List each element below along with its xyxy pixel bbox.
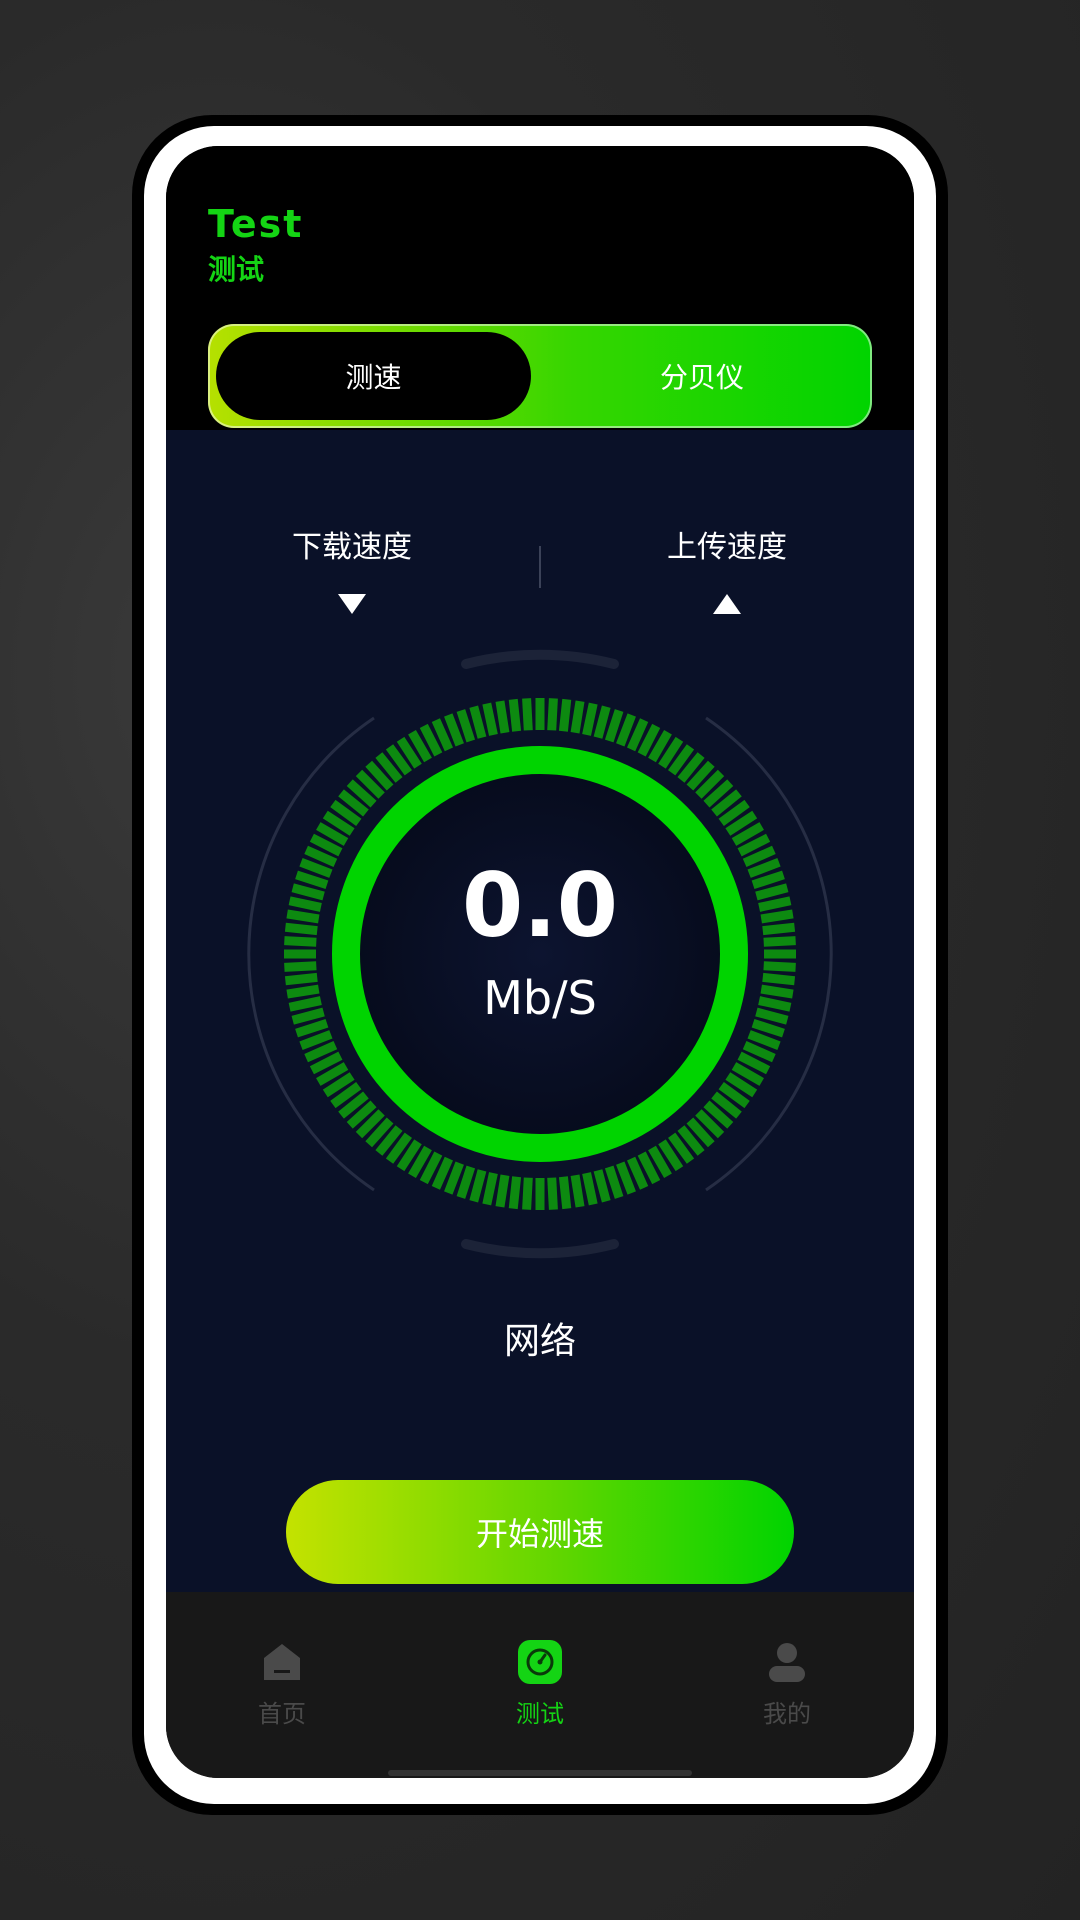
gauge-tick [522,698,533,731]
gauge-tick [284,961,317,972]
gauge-top-arc [461,649,619,669]
bottom-tab-bar: 首页 测试 我的 [166,1592,914,1778]
gauge-tick [482,1172,498,1206]
gauge-tick [582,1172,598,1206]
gauge-tick [751,870,785,890]
gauge-tick [469,705,487,739]
gauge-tick [558,1176,572,1210]
speedometer-icon [518,1640,562,1684]
gauge-tick [522,1177,533,1210]
tab-home[interactable]: 首页 [212,1640,352,1740]
tab-mine-label: 我的 [763,1700,811,1728]
speed-unit: Mb/S [483,971,597,1025]
gauge-tick [295,1018,329,1038]
gauge-tick [616,1161,636,1195]
app-header: Test 测试 测速 分贝仪 [166,146,914,430]
mode-segmented-control: 测速 分贝仪 [208,324,872,428]
gauge-tick [508,698,522,732]
page-title-en: Test [208,202,304,246]
gauge-tick [593,1169,611,1203]
gauge-tick [604,709,624,743]
gauge-tick [456,1165,476,1199]
gauge-tick [288,896,322,912]
tab-home-label: 首页 [258,1700,306,1728]
gauge-tick [482,702,498,736]
metric-divider [539,546,541,588]
gauge-tick [299,1030,333,1050]
gauge-tick [295,870,329,890]
gauge-tick [758,996,792,1012]
tab-speed-test[interactable]: 测速 [216,332,531,420]
gauge-tick [558,698,572,732]
gauge-tick [755,1007,789,1025]
gauge-tick [547,1177,558,1210]
download-arrow-icon [338,594,366,614]
gauge-tick [444,713,464,747]
gauge-tick [469,1169,487,1203]
gauge-tick [291,1007,325,1025]
start-speed-test-button[interactable]: 开始测速 [286,1480,794,1584]
gauge-tick [758,896,792,912]
tab-test-label: 测试 [516,1700,564,1728]
gauge-tick [762,972,796,986]
gauge-tick [570,700,585,734]
gauge-tick [751,1018,785,1038]
gauge-tick [286,909,320,924]
gauge-tick [495,700,510,734]
gauge-bottom-arc [461,1239,619,1259]
gauge-tick [284,972,318,986]
upload-arrow-icon [713,594,741,614]
speed-test-panel: 下载速度 上传速度 0.0 Mb/S 网络 开始测速 [166,430,914,1592]
gauge-tick [582,702,598,736]
gauge-tick [755,883,789,901]
gauge-tick [284,922,318,936]
home-icon [264,1644,300,1680]
download-speed-label: 下载速度 [292,530,412,565]
tab-mine[interactable]: 我的 [717,1640,857,1740]
gauge-tick [616,713,636,747]
gauge-tick [763,936,796,947]
gauge-tick [762,922,796,936]
gauge-tick [299,858,333,878]
gauge-tick [593,705,611,739]
page-title-zh: 测试 [208,253,265,286]
network-label: 网络 [503,1321,576,1362]
home-indicator [388,1770,692,1776]
app-screen: Test 测试 测速 分贝仪 下载速度 上传速度 0.0 Mb/S 网络 开始测… [166,146,914,1778]
user-icon [769,1643,805,1682]
tab-decibel-meter[interactable]: 分贝仪 [540,332,864,420]
gauge-tick [288,996,322,1012]
gauge-tick [508,1176,522,1210]
gauge-tick [444,1161,464,1195]
gauge-tick [570,1174,585,1208]
gauge-tick [604,1165,624,1199]
upload-speed-label: 上传速度 [667,530,787,565]
gauge-tick [763,961,796,972]
gauge-tick [760,984,794,999]
gauge-tick [760,909,794,924]
gauge-tick [284,936,317,947]
gauge-tick [495,1174,510,1208]
gauge-tick [456,709,476,743]
gauge-tick [286,984,320,999]
gauge-tick [291,883,325,901]
tab-test[interactable]: 测试 [470,1640,610,1740]
gauge-tick [747,858,781,878]
gauge-tick [747,1030,781,1050]
speed-value: 0.0 [462,854,618,957]
gauge-tick [547,698,558,731]
